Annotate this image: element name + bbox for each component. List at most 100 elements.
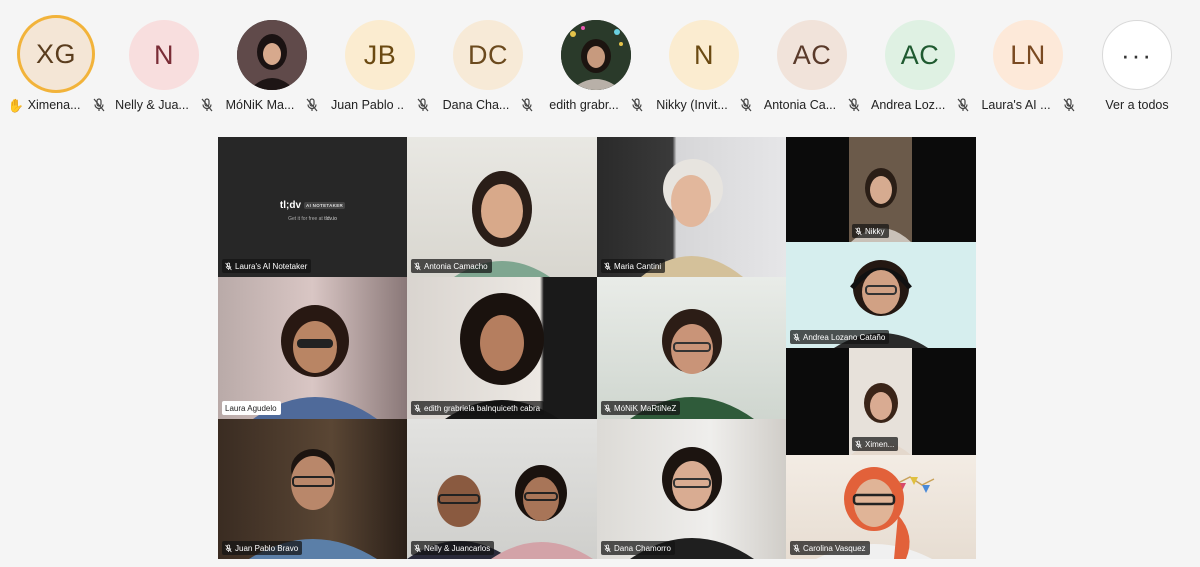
- mic-off-icon: [414, 404, 421, 412]
- avatar-initials: AC: [792, 39, 832, 70]
- avatar-initials: N: [694, 39, 714, 70]
- avatar[interactable]: AC: [885, 20, 955, 90]
- participant-edith[interactable]: edith grabr...: [542, 0, 650, 125]
- video-tile-juan-pablo[interactable]: Juan Pablo Bravo: [218, 419, 407, 559]
- participant-andrea[interactable]: AC Andrea Loz...: [866, 0, 974, 125]
- participant-monik[interactable]: MóNiK Ma...: [218, 0, 326, 125]
- avatar-initials: LN: [1010, 39, 1046, 70]
- more-dots-glyph: ···: [1121, 39, 1153, 70]
- mic-off-icon: [521, 98, 533, 112]
- participant-video: [445, 293, 559, 419]
- video-tile-maria[interactable]: Maria Cantini: [597, 137, 786, 277]
- tile-label: Juan Pablo Bravo: [222, 541, 303, 555]
- participant-dana[interactable]: DC Dana Cha...: [434, 0, 542, 125]
- participant-video: [248, 449, 377, 559]
- avatar[interactable]: XG: [20, 18, 92, 90]
- video-tile-laura[interactable]: Laura Agudelo: [218, 277, 407, 419]
- tldv-sub-text: Get it for free at: [288, 216, 323, 222]
- avatar-initials: N: [154, 39, 174, 70]
- tile-name: Antonia Camacho: [424, 261, 488, 271]
- avatar[interactable]: N: [669, 20, 739, 90]
- avatar[interactable]: N: [129, 20, 199, 90]
- participant-strip: XG ✋ Ximena... N Nelly & Jua... MóNiK Ma…: [0, 0, 1200, 125]
- video-tile-monik[interactable]: MóNiK MaRtiNeZ: [597, 277, 786, 419]
- mic-off-icon: [631, 98, 643, 112]
- participant-video: [640, 159, 743, 277]
- participant-name: edith grabr...: [549, 98, 619, 112]
- mic-off-icon: [417, 98, 429, 112]
- video-tile-dana[interactable]: Dana Chamorro: [597, 419, 786, 559]
- video-tile-edith[interactable]: edith grabriela balnquiceth cabra: [407, 277, 597, 419]
- mic-off-icon: [201, 98, 213, 112]
- tile-label: MóNiK MaRtiNeZ: [601, 401, 681, 415]
- participant-nikky[interactable]: N Nikky (Invit...: [650, 0, 758, 125]
- tile-name: Nikky: [865, 226, 885, 236]
- tile-name: Andrea Lozano Cataño: [803, 332, 886, 342]
- video-grid: tl;dv AI NOTETAKER Get it for free at tld…: [218, 137, 976, 559]
- tile-name: edith grabriela balnquiceth cabra: [424, 403, 541, 413]
- more-dots-icon[interactable]: ···: [1102, 20, 1172, 90]
- tile-label: Ximen...: [852, 437, 899, 451]
- participant-antonia[interactable]: AC Antonia Ca...: [758, 0, 866, 125]
- avatar[interactable]: JB: [345, 20, 415, 90]
- view-all-label: Ver a todos: [1105, 98, 1169, 112]
- video-tile-notetaker[interactable]: tl;dv AI NOTETAKER Get it for free at tld…: [218, 137, 407, 277]
- tile-label: edith grabriela balnquiceth cabra: [411, 401, 545, 415]
- tldv-badge: AI NOTETAKER: [304, 202, 346, 209]
- participant-laura-ai[interactable]: LN Laura's AI ...: [974, 0, 1082, 125]
- tile-label: Nelly & Juancarlos: [411, 541, 495, 555]
- avatar-photo[interactable]: [237, 20, 307, 90]
- participant-nelly[interactable]: N Nelly & Jua...: [110, 0, 218, 125]
- participant-video: [629, 447, 754, 559]
- mic-off-icon: [848, 98, 860, 112]
- tile-name: Laura Agudelo: [225, 403, 277, 413]
- mic-off-icon: [793, 333, 800, 341]
- participant-name: Laura's AI ...: [981, 98, 1051, 112]
- video-tile-carolina[interactable]: Carolina Vasquez: [786, 455, 976, 559]
- mic-off-icon: [225, 262, 232, 270]
- tile-name: Laura's AI Notetaker: [235, 261, 308, 271]
- participant-name: Nikky (Invit...: [656, 98, 728, 112]
- video-tile-antonia[interactable]: Antonia Camacho: [407, 137, 597, 277]
- avatar-initials: AC: [900, 39, 940, 70]
- tldv-link: tldv.io: [324, 216, 337, 222]
- tile-name: MóNiK MaRtiNeZ: [614, 403, 677, 413]
- mic-off-icon: [855, 440, 862, 448]
- tldv-card: tl;dv AI NOTETAKER Get it for free at tld…: [218, 195, 407, 222]
- participant-name: Antonia Ca...: [763, 98, 837, 112]
- avatar-photo[interactable]: [561, 20, 631, 90]
- tile-name: Carolina Vasquez: [803, 543, 866, 553]
- participant-ximena[interactable]: XG ✋ Ximena...: [2, 0, 110, 125]
- tile-label: Maria Cantini: [601, 259, 666, 273]
- tile-name: Dana Chamorro: [614, 543, 671, 553]
- tile-label: Nikky: [852, 224, 889, 238]
- participant-name: Dana Cha...: [442, 98, 510, 112]
- tile-label: Laura's AI Notetaker: [222, 259, 312, 273]
- mic-off-icon: [225, 544, 232, 552]
- mic-off-icon: [604, 544, 611, 552]
- avatar-initials: DC: [468, 39, 508, 70]
- mic-off-icon: [855, 227, 862, 235]
- participant-name: Nelly & Jua...: [115, 98, 189, 112]
- mic-off-icon: [604, 404, 611, 412]
- raised-hand-icon: ✋: [7, 97, 24, 113]
- video-tile-ximena[interactable]: Ximen...: [786, 348, 976, 455]
- participant-video: [252, 305, 377, 419]
- participant-video: [629, 309, 754, 419]
- view-all-participants[interactable]: ··· Ver a todos: [1083, 0, 1191, 125]
- avatar[interactable]: AC: [777, 20, 847, 90]
- tile-label: Carolina Vasquez: [790, 541, 870, 555]
- avatar[interactable]: DC: [453, 20, 523, 90]
- mic-off-icon: [957, 98, 969, 112]
- mic-off-icon: [1063, 98, 1075, 112]
- tile-name: Juan Pablo Bravo: [235, 543, 299, 553]
- tile-label: Laura Agudelo: [222, 401, 281, 415]
- participant-name: Andrea Loz...: [871, 98, 945, 112]
- video-tile-nelly-juancarlos[interactable]: Nelly & Juancarlos: [407, 419, 597, 559]
- tile-label: Andrea Lozano Cataño: [790, 330, 890, 344]
- video-tile-andrea[interactable]: Andrea Lozano Cataño: [786, 242, 976, 348]
- participant-juan-pablo[interactable]: JB Juan Pablo ...: [326, 0, 434, 125]
- avatar[interactable]: LN: [993, 20, 1063, 90]
- mic-off-icon: [414, 262, 421, 270]
- video-tile-nikky[interactable]: Nikky: [786, 137, 976, 242]
